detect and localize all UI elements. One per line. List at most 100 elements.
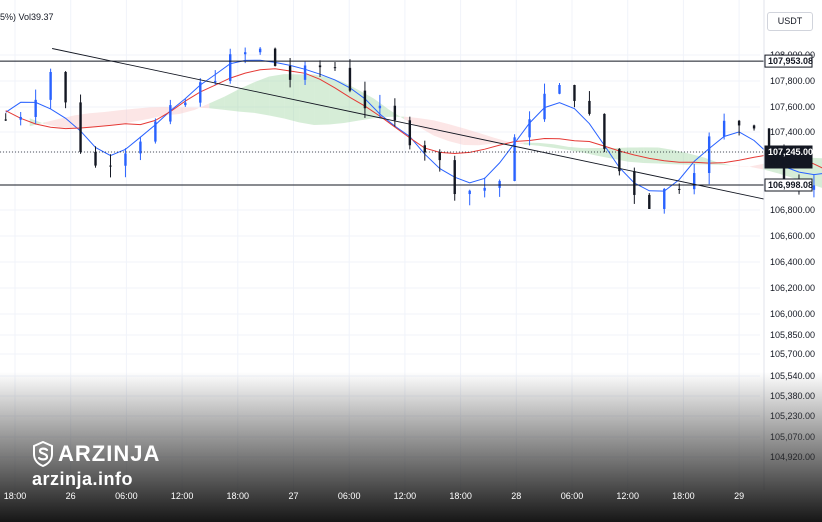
candle (139, 136, 142, 161)
cloud-segment (239, 82, 255, 113)
indicator-header: 5%) Vol39.37 (0, 12, 54, 22)
candle (707, 132, 711, 185)
time-tick-label: 06:00 (115, 491, 138, 501)
time-tick-label: 28 (511, 491, 522, 501)
svg-text:107,953.08: 107,953.08 (768, 56, 813, 66)
time-tick-label: 18:00 (449, 491, 472, 501)
candle (109, 154, 112, 178)
time-tick-label: 12:00 (170, 491, 194, 501)
arzinja-logo-icon (33, 441, 53, 467)
candle (722, 113, 726, 140)
cloud-segment (388, 109, 404, 119)
cloud-segment (329, 77, 345, 125)
candle (199, 78, 202, 107)
candle (737, 119, 741, 136)
candle (423, 140, 426, 161)
candle (588, 91, 591, 116)
cloud-segment (643, 147, 659, 164)
indicator-lines (5, 59, 822, 192)
cloud-segment (314, 74, 330, 125)
cloud-segment (59, 115, 75, 129)
candle (79, 94, 82, 154)
cloud-segment (254, 76, 270, 116)
cloud-segment (733, 165, 749, 167)
time-axis[interactable]: 18:00 26 06:00 12:00 18:00 27 06:00 12:00 18:00 2… (0, 491, 760, 505)
price-tick-label: 107,400.00 (770, 127, 815, 137)
resistance-price-tag: 107,953.08 (764, 54, 813, 68)
chart-screenshot: 108,000.00107,800.00107,600.00107,400.00… (0, 0, 822, 522)
candle (453, 155, 456, 201)
candle (633, 167, 636, 204)
cloud-segment (448, 124, 464, 146)
cloud-segment (119, 108, 135, 125)
candle (154, 118, 157, 144)
price-tick-label: 105,540.00 (770, 371, 815, 381)
candle (468, 189, 471, 206)
candle (4, 113, 7, 121)
candle (408, 116, 412, 150)
price-axis[interactable]: 108,000.00107,800.00107,600.00107,400.00… (763, 0, 815, 490)
candle (573, 84, 576, 108)
candle (19, 111, 22, 126)
candle (498, 179, 501, 197)
candle (648, 193, 651, 209)
candle (169, 99, 172, 125)
price-tick-label: 105,380.00 (770, 391, 815, 401)
candle (94, 146, 97, 168)
time-tick-label: 27 (288, 491, 299, 501)
price-tick-label: 106,600.00 (770, 231, 815, 241)
trendline (52, 48, 765, 200)
price-tick-label: 105,700.00 (770, 349, 815, 359)
brand-url: arzinja.info (32, 469, 134, 489)
cloud-segment (748, 163, 764, 170)
currency-button[interactable]: USDT (767, 12, 813, 31)
svg-text:106,998.08: 106,998.08 (768, 180, 813, 190)
cloud-segment (89, 112, 105, 128)
ichimoku-cloud (29, 74, 822, 188)
time-tick-label: 12:00 (393, 491, 417, 501)
candle (513, 134, 516, 182)
cloud-segment (149, 106, 165, 119)
candle (603, 113, 606, 153)
candle (558, 83, 561, 95)
candle (258, 47, 262, 55)
cloud-segment (553, 144, 569, 150)
cloud-segment (134, 107, 150, 122)
base-line (5, 68, 822, 169)
price-tick-label: 106,400.00 (770, 257, 815, 267)
cloud-segment (74, 113, 90, 129)
cloud-segment (179, 107, 195, 114)
brand-name: ARZINJA (58, 441, 161, 466)
svg-text:00:13: 00:13 (768, 157, 791, 167)
cloud-segment (299, 74, 315, 125)
candle (692, 163, 696, 195)
price-tick-label: 106,800.00 (770, 205, 815, 215)
cloud-segment (598, 147, 614, 159)
candle (483, 177, 486, 198)
last-price-price-tag: 107,245.0000:13 (764, 145, 813, 169)
cloud-segment (523, 142, 539, 146)
price-tick-label: 106,200.00 (770, 283, 815, 293)
cloud-segment (224, 88, 240, 112)
time-tick-label: 29 (734, 491, 745, 501)
price-tick-label: 107,600.00 (770, 102, 815, 112)
price-tick-label: 106,000.00 (770, 309, 815, 319)
candle (49, 68, 52, 109)
time-tick-label: 18:00 (226, 491, 250, 501)
time-tick-label: 18:00 (3, 491, 27, 501)
candle (752, 124, 756, 131)
price-tick-label: 107,800.00 (770, 76, 815, 86)
brand-watermark: ARZINJA arzinja.info (32, 441, 160, 490)
cloud-segment (703, 157, 719, 165)
candle (64, 71, 67, 109)
cloud-segment (209, 96, 225, 110)
grid (0, 0, 760, 490)
price-tick-label: 105,850.00 (770, 330, 815, 340)
time-tick-label: 12:00 (616, 491, 639, 501)
price-tick-label: 105,070.00 (770, 432, 815, 442)
time-tick-label: 18:00 (672, 491, 695, 501)
candles (4, 47, 816, 214)
cloud-segment (538, 142, 554, 148)
candle (543, 83, 546, 122)
conversion-line (5, 59, 822, 192)
